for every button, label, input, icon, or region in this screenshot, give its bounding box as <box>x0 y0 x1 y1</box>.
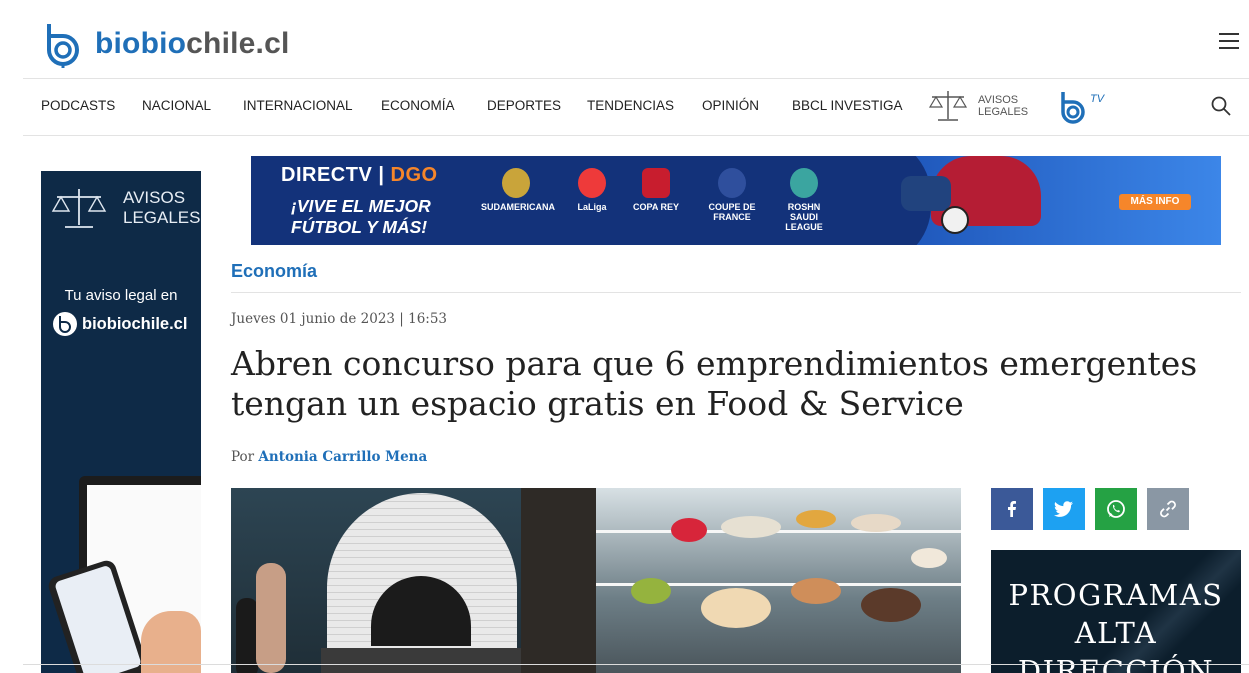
football-icon <box>941 206 969 234</box>
nav-avisos-legales[interactable]: AVISOS LEGALES <box>928 89 1028 123</box>
player-shorts <box>901 176 951 211</box>
biobio-logo-icon <box>53 312 77 336</box>
programas-alta-direccion-ad[interactable]: PROGRAMAS ALTA DIRECCIÓN <box>991 550 1241 673</box>
facebook-icon <box>1008 501 1016 517</box>
article-title: Abren concurso para que 6 emprendimiento… <box>231 344 1198 423</box>
article-date: Jueves 01 junio de 2023 | 16:53 <box>231 311 448 327</box>
ad-avisos-legales: AVISOS LEGALES <box>51 185 201 231</box>
nav-item-economia[interactable]: ECONOMÍA <box>381 98 455 113</box>
link-icon <box>1160 500 1176 518</box>
ad-tagline: Tu aviso legal en <box>64 287 178 304</box>
hamburger-menu-icon[interactable] <box>1219 33 1239 49</box>
biobio-tv-icon: TV <box>1061 92 1106 124</box>
main-nav: PODCASTS NACIONAL INTERNACIONAL ECONOMÍA… <box>23 79 1249 136</box>
banner-cta-button[interactable]: MÁS INFO <box>1119 194 1191 210</box>
twitter-icon <box>1054 501 1073 517</box>
copy-link-button[interactable] <box>1147 488 1189 530</box>
site-logo-text: biobiochile.cl <box>95 27 290 60</box>
nav-item-tendencias[interactable]: TENDENCIAS <box>587 98 674 113</box>
league-sudamericana: SUDAMERICANA <box>481 168 555 212</box>
avisos-legales-ad[interactable]: AVISOS LEGALES Tu aviso legal en biobioch… <box>41 171 201 673</box>
author-link[interactable]: Antonia Carrillo Mena <box>258 449 427 465</box>
site-logo[interactable]: biobiochile.cl <box>41 20 290 68</box>
nav-item-deportes[interactable]: DEPORTES <box>487 98 561 113</box>
ad-brand: biobiochile.cl <box>53 312 187 336</box>
promo-text: PROGRAMAS ALTA DIRECCIÓN <box>1008 578 1224 673</box>
svg-text:TV: TV <box>1090 93 1106 105</box>
article-category[interactable]: Economía <box>231 261 317 282</box>
nav-item-podcasts[interactable]: PODCASTS <box>41 98 115 113</box>
divider <box>231 292 1241 293</box>
share-twitter-button[interactable] <box>1043 488 1085 530</box>
share-whatsapp-button[interactable] <box>1095 488 1137 530</box>
league-laliga: LaLiga <box>569 168 615 212</box>
biobio-logo-icon <box>47 24 79 68</box>
nav-item-bbcl-investiga[interactable]: BBCL INVESTIGA <box>792 98 903 113</box>
nav-item-nacional[interactable]: NACIONAL <box>142 98 211 113</box>
directv-banner-ad[interactable]: DIRECTV | DGO ¡VIVE EL MEJOR FÚTBOL Y MÁS… <box>251 156 1221 245</box>
article-photo <box>231 488 961 673</box>
divider <box>23 664 1249 665</box>
league-copa-rey: COPA REY <box>633 168 679 212</box>
banner-brand: DIRECTV | DGO <box>281 164 438 186</box>
article-byline: Por Antonia Carrillo Mena <box>231 449 428 465</box>
share-facebook-button[interactable] <box>991 488 1033 530</box>
league-coupe-de-france: COUPE DE FRANCE <box>691 168 773 222</box>
league-roshn: ROSHN SAUDI LEAGUE <box>777 168 831 232</box>
search-icon[interactable] <box>1211 96 1231 116</box>
nav-biobio-tv[interactable]: TV <box>1058 90 1108 129</box>
scales-icon <box>928 91 968 121</box>
nav-item-opinion[interactable]: OPINIÓN <box>702 98 759 113</box>
whatsapp-icon <box>1107 500 1125 518</box>
scales-icon <box>51 189 107 228</box>
banner-slogan: ¡VIVE EL MEJOR FÚTBOL Y MÁS! <box>291 196 431 237</box>
nav-item-internacional[interactable]: INTERNACIONAL <box>243 98 353 113</box>
site-header: biobiochile.cl <box>23 0 1249 79</box>
